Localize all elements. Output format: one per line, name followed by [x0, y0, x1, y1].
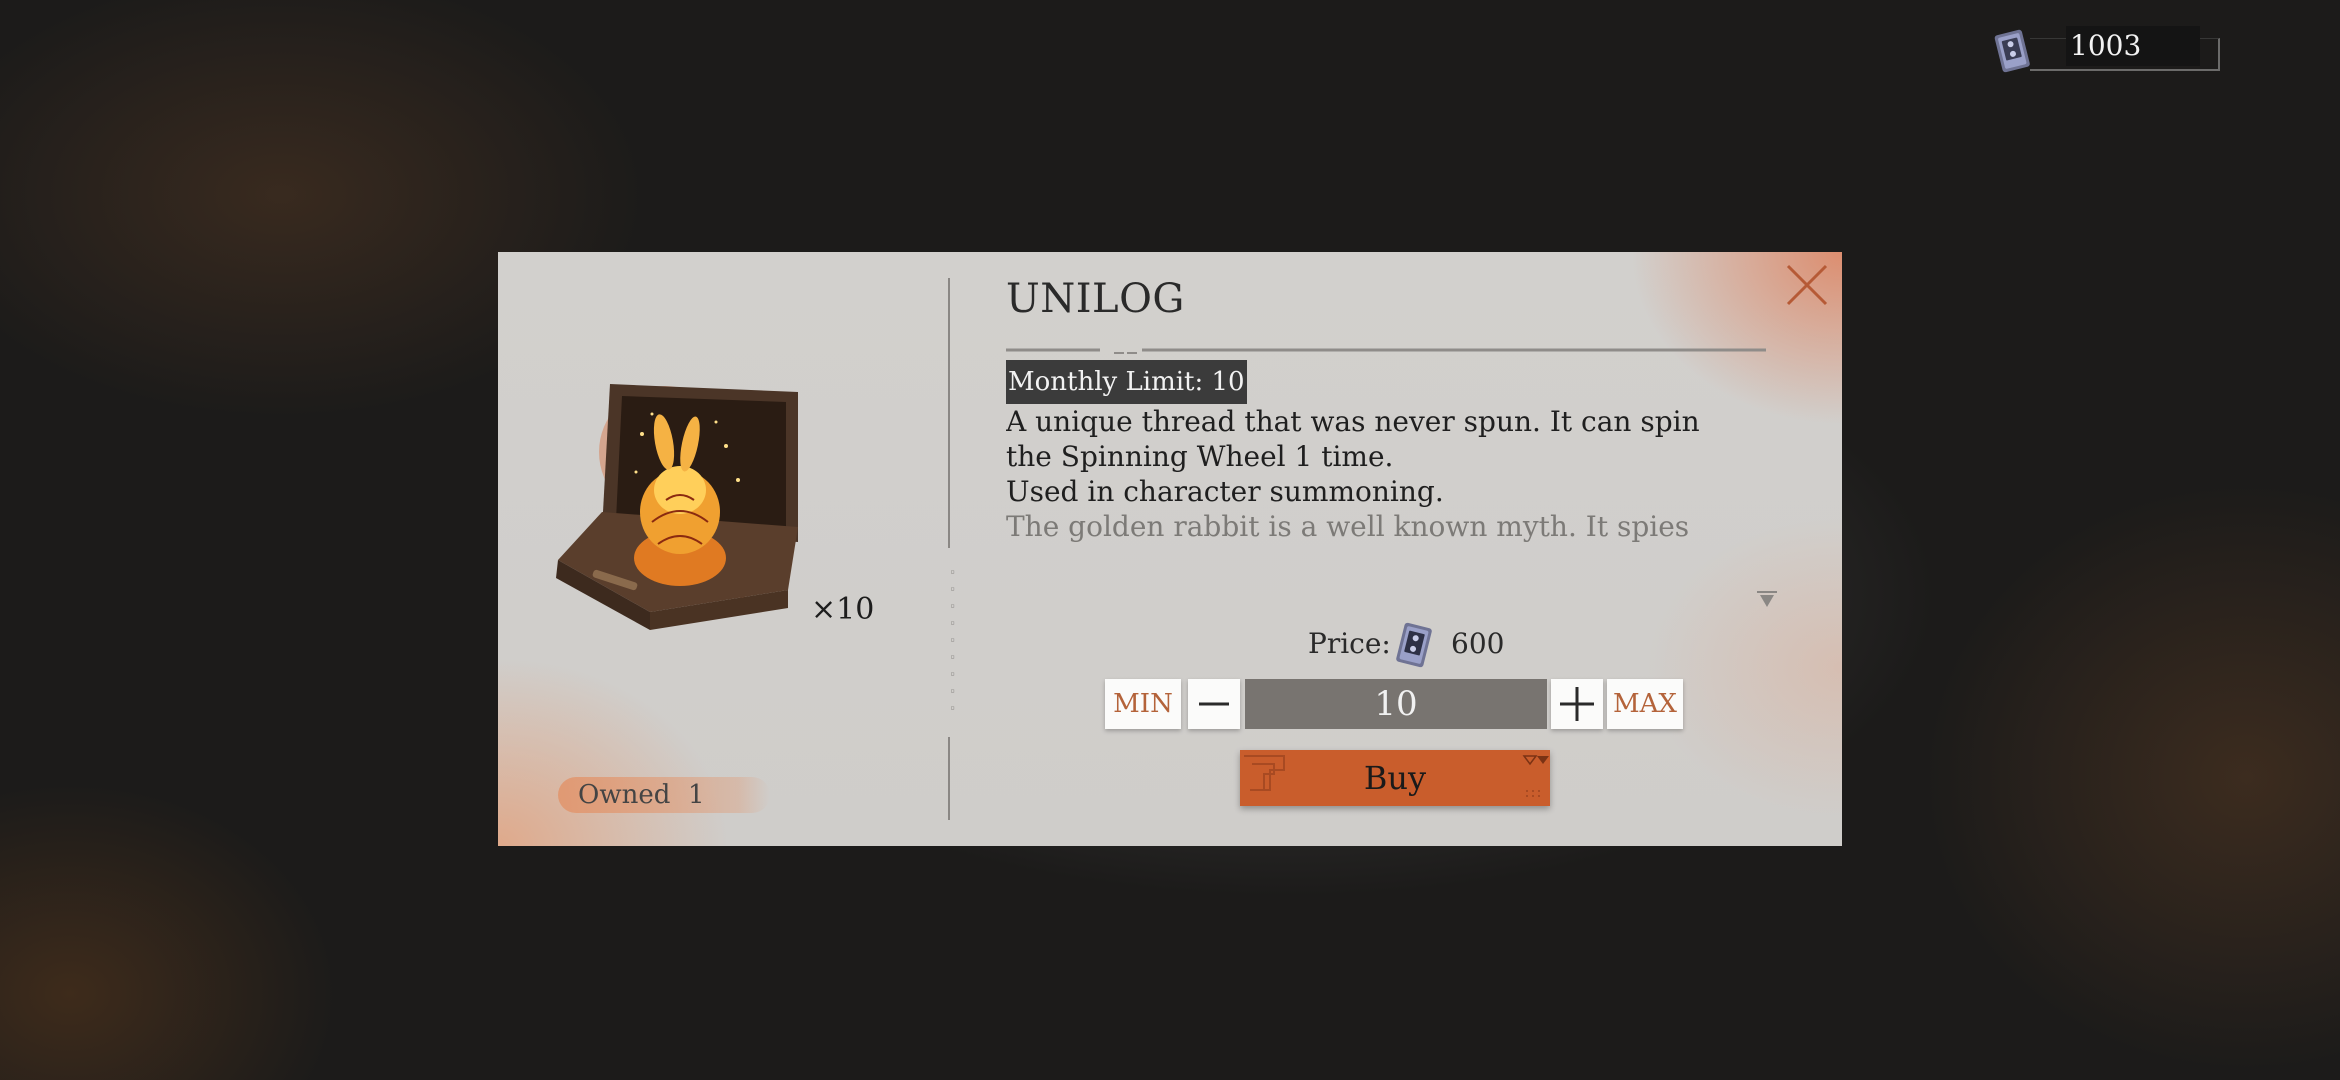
column-divider — [948, 278, 950, 548]
description-lore: The golden rabbit is a well known myth. … — [1006, 510, 1701, 546]
title-underline — [1006, 348, 1766, 354]
decrease-quantity-button[interactable] — [1188, 679, 1240, 729]
price-label: Price: — [1308, 627, 1391, 660]
purchase-dialog: ×10 Owned 1 ▫▫▫▫▫▫▫▫▫ UNILOG Monthly Lim… — [498, 252, 1842, 846]
increase-quantity-button[interactable] — [1551, 679, 1603, 729]
close-icon[interactable] — [1782, 260, 1832, 310]
currency-counter: 1003 — [1990, 24, 2230, 73]
owned-label: Owned — [578, 780, 671, 810]
scroll-down-icon[interactable] — [1756, 590, 1778, 610]
cassette-tape-icon — [1396, 622, 1432, 668]
quantity-field[interactable]: 10 — [1245, 679, 1547, 729]
price-value: 600 — [1451, 627, 1505, 660]
column-divider — [948, 737, 950, 820]
description-line: Used in character summoning. — [1006, 475, 1444, 508]
minus-icon — [1199, 702, 1229, 706]
buy-button-label: Buy — [1363, 759, 1427, 797]
divider-decoration: ▫▫▫▫▫▫▫▫▫ — [948, 566, 957, 720]
buy-button[interactable]: Buy — [1240, 750, 1550, 806]
monthly-limit-badge: Monthly Limit: 10 — [1006, 360, 1247, 404]
item-title: UNILOG — [1006, 276, 1185, 322]
plus-icon — [1560, 687, 1594, 721]
max-quantity-button[interactable]: MAX — [1607, 679, 1683, 729]
cassette-tape-icon — [1994, 29, 2030, 73]
owned-indicator: Owned 1 — [558, 777, 770, 813]
item-quantity-badge: ×10 — [811, 592, 875, 627]
owned-value: 1 — [688, 780, 705, 810]
currency-value: 1003 — [2066, 26, 2200, 66]
item-description[interactable]: A unique thread that was never spun. It … — [1006, 404, 1712, 546]
description-line: A unique thread that was never spun. It … — [1006, 405, 1700, 473]
min-quantity-button[interactable]: MIN — [1105, 679, 1181, 729]
